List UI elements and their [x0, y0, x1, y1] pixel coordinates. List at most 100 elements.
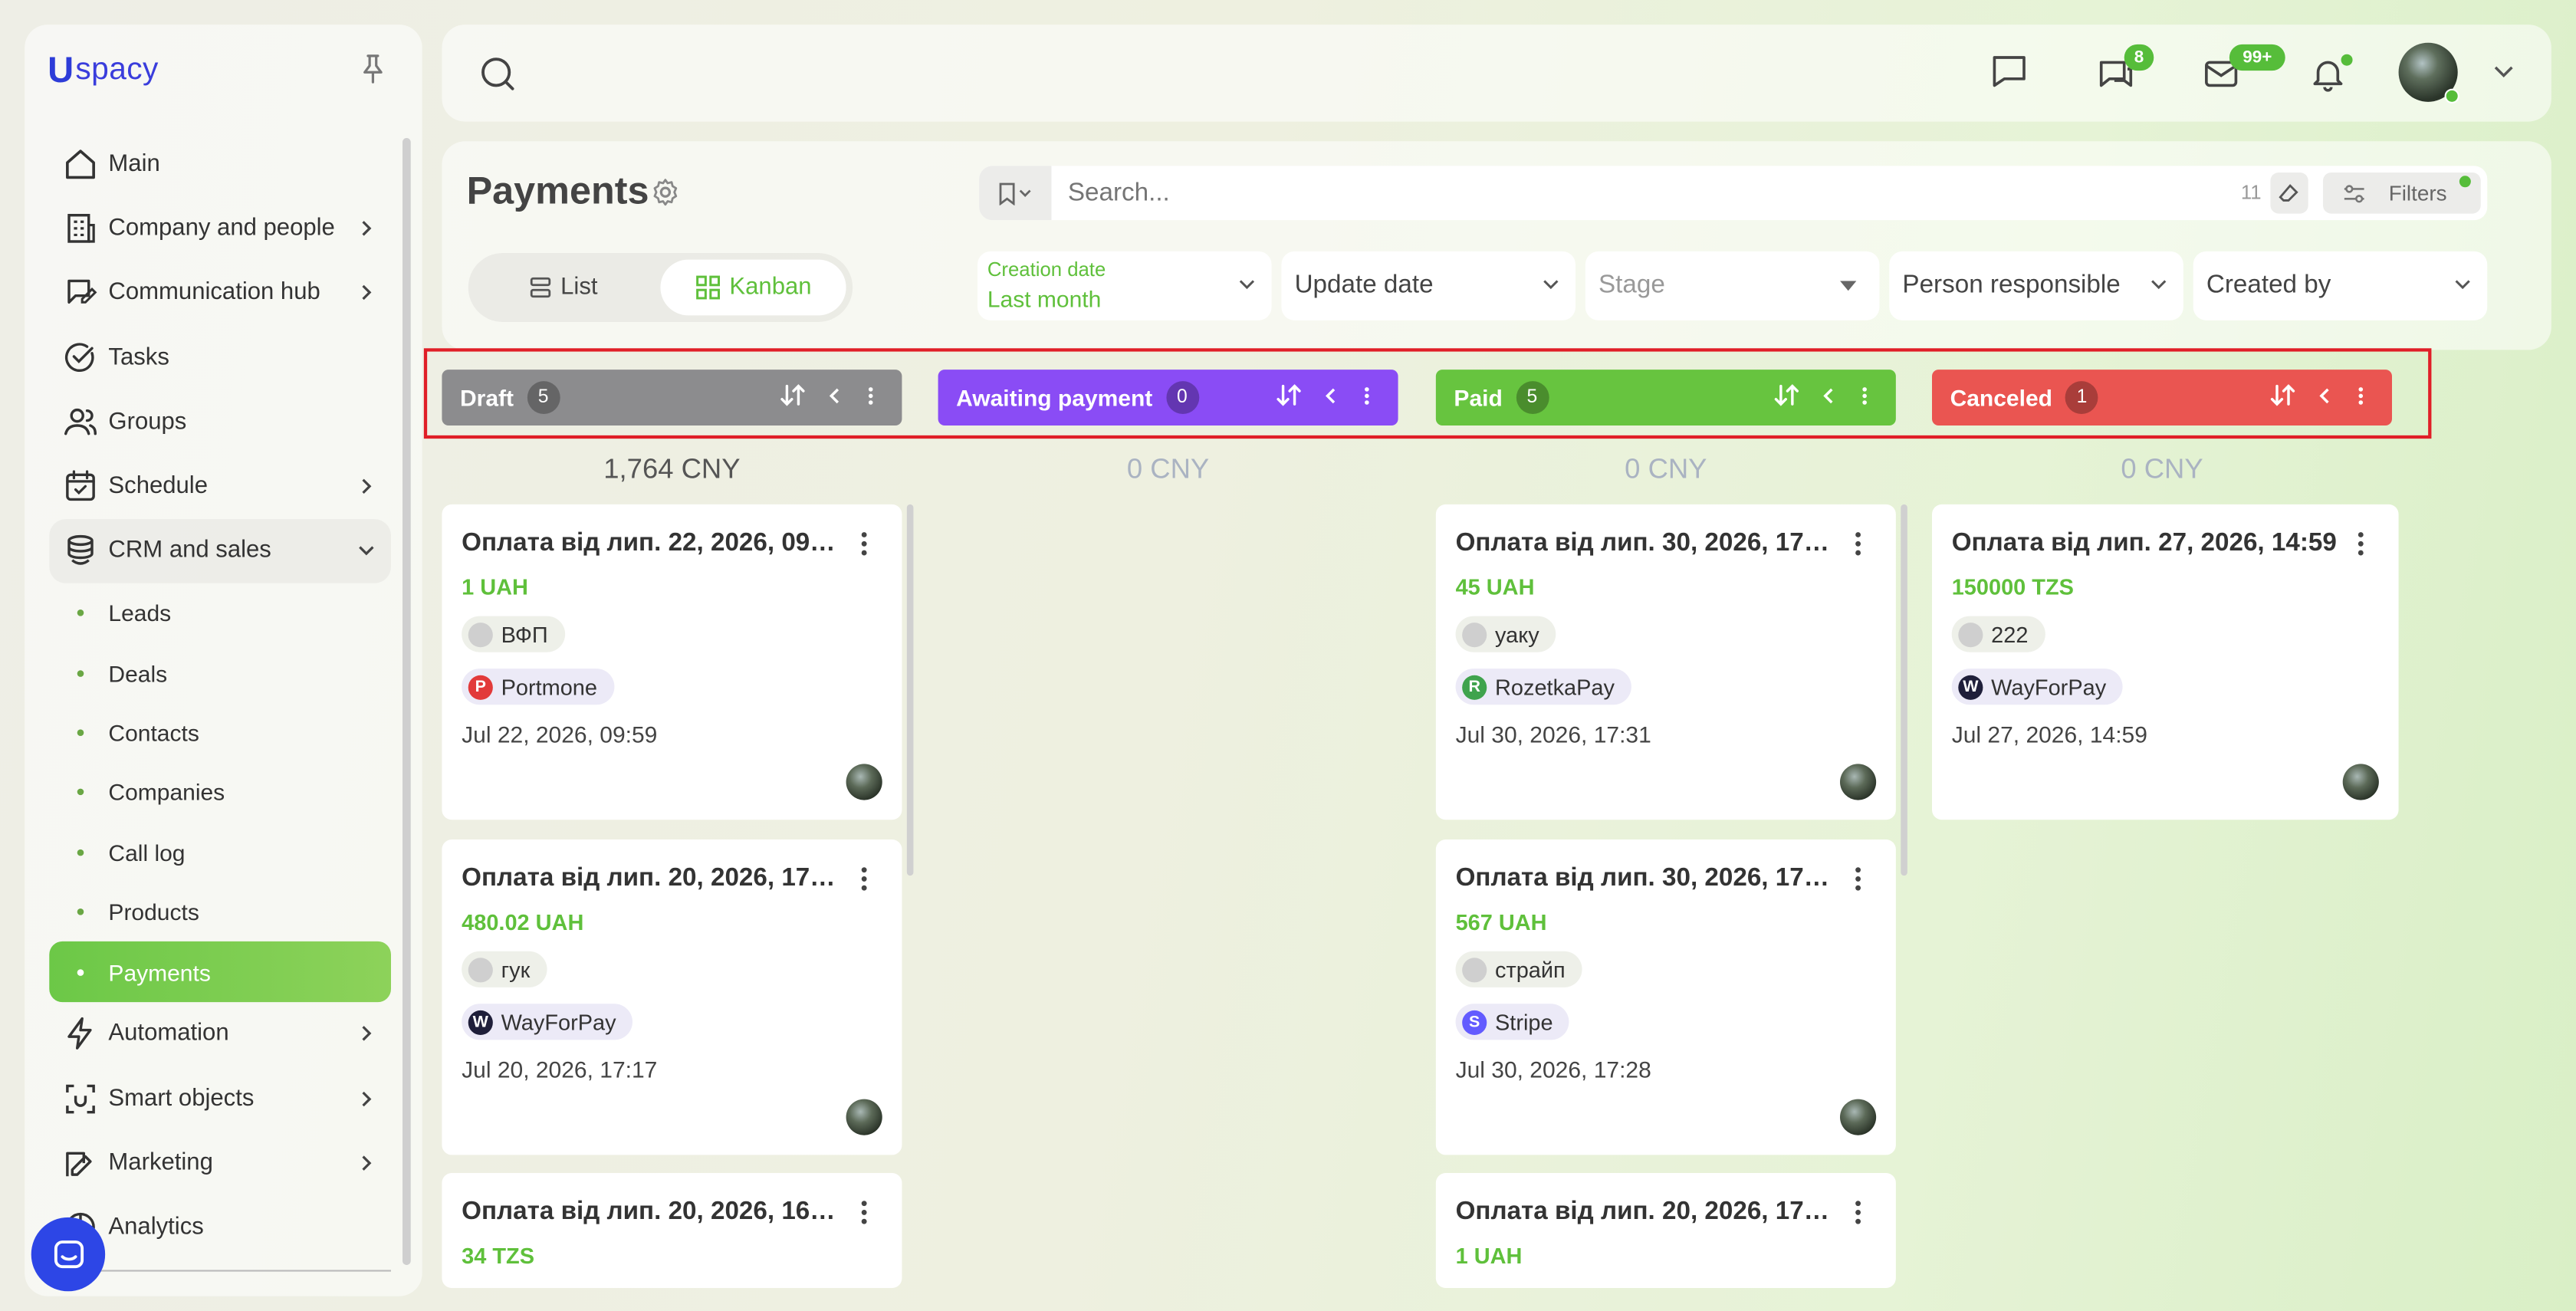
gear-icon[interactable] [651, 177, 681, 207]
column-sum: 0 CNY [2121, 453, 2203, 485]
pin-icon[interactable] [360, 53, 386, 86]
more-vertical-icon[interactable] [859, 531, 869, 557]
collapse-left-icon[interactable] [1820, 386, 1836, 406]
sidebar-scrollbar[interactable] [402, 138, 411, 1265]
payment-card[interactable]: Оплата від лип. 30, 2026, 17:31 45 UAH у… [1435, 504, 1896, 820]
sidebar-item-marketing[interactable]: Marketing [49, 1131, 391, 1195]
provider-chip[interactable]: R RozetkaPay [1455, 669, 1631, 705]
collapse-left-icon[interactable] [1322, 386, 1339, 406]
provider-chip[interactable]: P Portmone [462, 669, 614, 705]
contact-chip[interactable]: страйп [1455, 951, 1582, 987]
clear-search-button[interactable] [2270, 172, 2308, 214]
responsible-avatar[interactable] [846, 1099, 882, 1135]
support-chat-button[interactable] [31, 1217, 106, 1292]
payment-card[interactable]: Оплата від лип. 22, 2026, 09:59 1 UAH ВФ… [442, 504, 902, 820]
more-vertical-icon[interactable] [1364, 386, 1371, 406]
sidebar-item-main[interactable]: Main [49, 131, 391, 196]
collapse-left-icon[interactable] [2316, 386, 2332, 406]
sort-icon[interactable] [1276, 383, 1303, 409]
sidebar-item-label: CRM and sales [108, 537, 271, 564]
column-scrollbar[interactable] [906, 504, 914, 876]
provider-name: Portmone [501, 674, 597, 699]
sort-icon[interactable] [780, 383, 807, 409]
provider-chip[interactable]: W WayForPay [462, 1004, 633, 1040]
filters-button[interactable]: Filters [2323, 172, 2481, 214]
column-header-awaiting-payment[interactable]: Awaiting payment 0 [938, 370, 1398, 426]
sidebar-subitem-contacts[interactable]: Contacts [49, 703, 391, 763]
contact-name: гук [501, 957, 531, 982]
app-logo[interactable]: U spacy [48, 52, 159, 89]
sidebar-item-smart-objects[interactable]: Smart objects [49, 1066, 391, 1131]
sidebar-subitem-label: Companies [108, 779, 225, 806]
sort-icon[interactable] [2270, 383, 2296, 409]
more-vertical-icon[interactable] [859, 1199, 869, 1225]
more-vertical-icon[interactable] [2358, 386, 2364, 406]
created-by-filter[interactable]: Created by [2193, 251, 2488, 320]
person-responsible-filter[interactable]: Person responsible [1889, 251, 2183, 320]
more-vertical-icon[interactable] [2356, 531, 2366, 557]
provider-chip[interactable]: S Stripe [1455, 1004, 1570, 1040]
responsible-avatar[interactable] [846, 764, 882, 800]
sidebar-subitem-label: Call log [108, 839, 186, 866]
contact-chip[interactable]: ВФП [462, 616, 565, 652]
sidebar-subitem-payments[interactable]: Payments [49, 941, 391, 1002]
responsible-avatar[interactable] [1840, 1099, 1877, 1135]
sidebar-item-tasks[interactable]: Tasks [49, 325, 391, 389]
more-vertical-icon[interactable] [1853, 866, 1863, 892]
sidebar-item-communication-hub[interactable]: Communication hub [49, 261, 391, 325]
contact-chip[interactable]: уаку [1455, 616, 1556, 652]
card-amount: 567 UAH [1455, 910, 1547, 935]
contact-name: ВФП [501, 622, 548, 647]
search-icon[interactable] [478, 54, 518, 94]
sidebar-subitem-deals[interactable]: Deals [49, 643, 391, 703]
card-amount: 150000 TZS [1951, 575, 2074, 600]
more-vertical-icon[interactable] [1853, 1199, 1863, 1225]
sidebar-item-company-and-people[interactable]: Company and people [49, 196, 391, 261]
card-amount: 1 UAH [462, 575, 528, 600]
stage-filter[interactable]: Stage [1585, 251, 1880, 320]
responsible-avatar[interactable] [1840, 764, 1877, 800]
sidebar-item-groups[interactable]: Groups [49, 389, 391, 454]
sidebar-subitem-call-log[interactable]: Call log [49, 823, 391, 882]
more-vertical-icon[interactable] [859, 866, 869, 892]
creation-date-filter[interactable]: Creation date Last month [978, 251, 1272, 320]
saved-filters-button[interactable] [979, 166, 1052, 221]
provider-chip[interactable]: W WayForPay [1951, 669, 2123, 705]
more-vertical-icon[interactable] [867, 386, 874, 406]
contact-name: 222 [1991, 622, 2029, 647]
payment-card[interactable]: Оплата від лип. 20, 2026, 16:40 34 TZS [442, 1173, 902, 1288]
column-header-draft[interactable]: Draft 5 [442, 370, 902, 426]
sidebar-item-schedule[interactable]: Schedule [49, 454, 391, 518]
card-title: Оплата від лип. 27, 2026, 14:59 [1951, 529, 2337, 557]
column-header-paid[interactable]: Paid 5 [1435, 370, 1896, 426]
search-input[interactable] [1054, 166, 2205, 221]
contact-avatar-icon [1462, 622, 1487, 647]
payment-card[interactable]: Оплата від лип. 20, 2026, 17:05 1 UAH [1435, 1173, 1896, 1288]
list-icon [531, 277, 551, 298]
contact-avatar-icon [468, 957, 493, 982]
sidebar-item-crm-and-sales[interactable]: CRM and sales [49, 518, 391, 583]
sidebar-item-automation[interactable]: Automation [49, 1002, 391, 1066]
sidebar-subitem-products[interactable]: Products [49, 882, 391, 942]
contact-avatar-icon [1462, 957, 1487, 982]
contact-chip[interactable]: 222 [1951, 616, 2045, 652]
chat-icon[interactable] [1990, 51, 2029, 90]
column-scrollbar[interactable] [1901, 504, 1907, 876]
column-header-canceled[interactable]: Canceled 1 [1932, 370, 2392, 426]
responsible-avatar[interactable] [2342, 764, 2379, 800]
payment-card[interactable]: Оплата від лип. 30, 2026, 17:28 567 UAH … [1435, 840, 1896, 1155]
chevron-down-icon[interactable] [2494, 64, 2514, 80]
payment-card[interactable]: Оплата від лип. 27, 2026, 14:59 150000 T… [1932, 504, 2399, 820]
kanban-view-button[interactable]: Kanban [660, 259, 846, 316]
update-date-filter[interactable]: Update date [1281, 251, 1576, 320]
contact-chip[interactable]: гук [462, 951, 547, 987]
sort-icon[interactable] [1774, 383, 1800, 409]
payment-card[interactable]: Оплата від лип. 20, 2026, 17:17 480.02 U… [442, 840, 902, 1155]
sidebar-subitem-companies[interactable]: Companies [49, 763, 391, 823]
sidebar-subitem-leads[interactable]: Leads [49, 583, 391, 643]
list-view-button[interactable]: List [481, 260, 646, 316]
more-vertical-icon[interactable] [1853, 531, 1863, 557]
sidebar-subitem-label: Contacts [108, 719, 199, 746]
collapse-left-icon[interactable] [826, 386, 843, 406]
more-vertical-icon[interactable] [1861, 386, 1868, 406]
